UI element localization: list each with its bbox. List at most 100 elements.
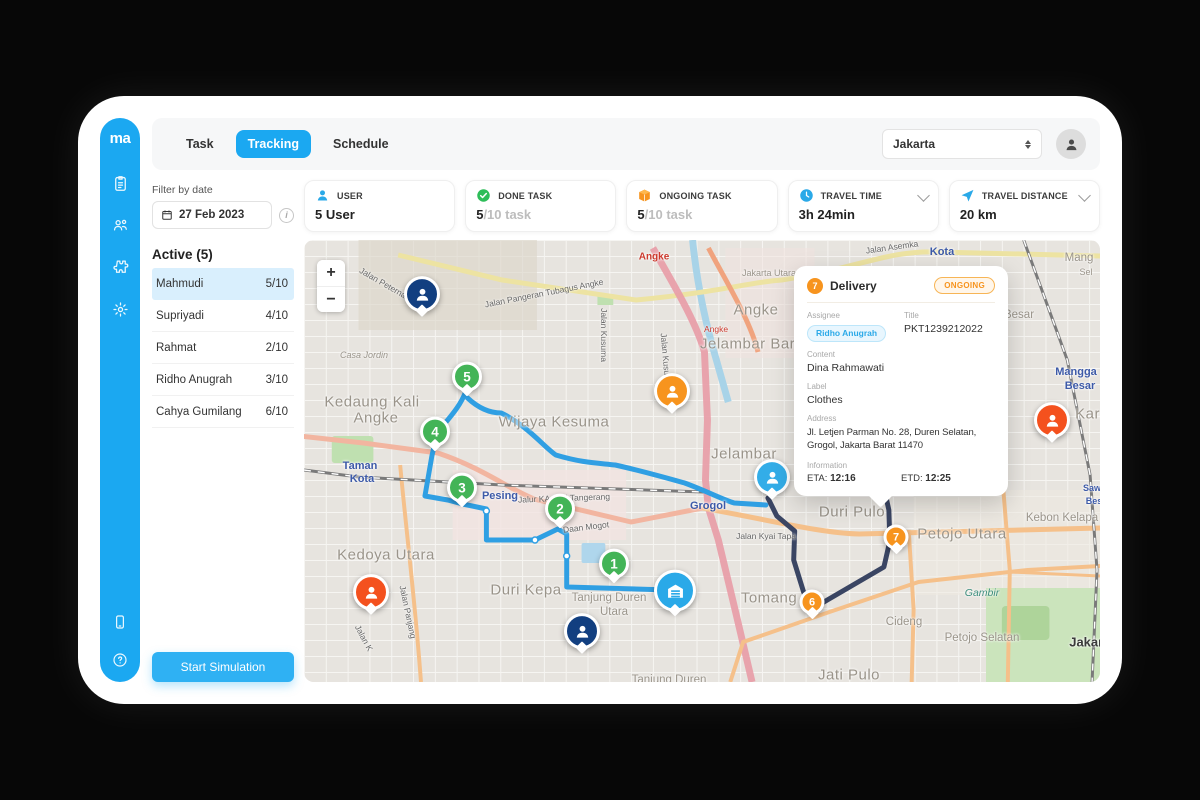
courier-progress: 6/10 [266, 406, 288, 418]
active-courier-row[interactable]: Mahmudi5/10 [152, 268, 294, 300]
date-value: 27 Feb 2023 [179, 209, 244, 221]
map-label: Tomang [741, 590, 797, 607]
map-label: Kedaung Kali [324, 394, 419, 411]
active-courier-row[interactable]: Supriyadi4/10 [152, 300, 294, 332]
assignee-chip[interactable]: Ridho Anugrah [807, 325, 886, 342]
map-label: Pesing [482, 490, 518, 502]
package-id: PKT1239212022 [904, 323, 995, 335]
map-label: Kota [930, 246, 954, 258]
sidebar-nav [110, 173, 130, 319]
stop-marker-6[interactable]: 6 [800, 590, 825, 615]
courier-name: Rahmat [156, 342, 196, 354]
info-icon[interactable]: i [279, 208, 294, 223]
user-avatar[interactable] [1056, 129, 1086, 159]
stop-marker-4[interactable]: 4 [420, 417, 450, 447]
content-value: Dina Rahmawati [807, 362, 995, 374]
map-label: Jakarta [1069, 635, 1100, 650]
courier-name: Cahya Gumilang [156, 406, 242, 418]
stat-card-travel-distance: TRAVEL DISTANCE 20 km [949, 180, 1100, 232]
active-courier-row[interactable]: Ridho Anugrah3/10 [152, 364, 294, 396]
courier-pin-orange[interactable] [654, 373, 690, 409]
stop-marker-5[interactable]: 5 [452, 362, 482, 392]
address-value: Jl. Letjen Parman No. 28, Duren Selatan,… [807, 426, 995, 454]
date-filter-row: 27 Feb 2023 i [152, 201, 294, 229]
calendar-icon [161, 209, 173, 221]
stop-marker-7[interactable]: 7 [884, 525, 909, 550]
user-icon [315, 188, 330, 203]
courier-pin-navy-2[interactable] [564, 613, 600, 649]
map-canvas[interactable]: AngkeJakarta UtaraAngkeAngkeJelambar Bar… [304, 240, 1100, 682]
start-simulation-button[interactable]: Start Simulation [152, 652, 294, 682]
depot-marker[interactable] [654, 570, 696, 612]
stop-marker-3[interactable]: 3 [447, 473, 477, 503]
content: Filter by date 27 Feb 2023 i Active (5) … [152, 180, 1100, 682]
mobile-icon[interactable] [110, 612, 130, 632]
topbar-right: Jakarta [882, 129, 1086, 159]
map-label: Jalan Kyai Tapa [736, 531, 796, 541]
map-label: Kota [350, 473, 374, 485]
zoom-out-button[interactable]: − [317, 286, 345, 312]
map-label: Angke [733, 302, 778, 319]
map-label: Cideng [886, 616, 922, 628]
courier-pin-ridho[interactable] [754, 459, 790, 495]
map-label: Jelambar Baru [700, 336, 804, 353]
title-label: Title [904, 311, 995, 320]
region-select[interactable]: Jakarta [882, 129, 1042, 159]
gear-icon[interactable] [110, 299, 130, 319]
stat-label: USER [337, 191, 363, 201]
stop-marker-1[interactable]: 1 [599, 549, 629, 579]
courier-pin-red-right[interactable] [1034, 402, 1070, 438]
team-icon[interactable] [110, 215, 130, 235]
map-label: Besar [1004, 309, 1034, 321]
stat-label: TRAVEL DISTANCE [982, 191, 1068, 201]
help-icon[interactable] [110, 650, 130, 670]
puzzle-icon[interactable] [110, 257, 130, 277]
active-courier-row[interactable]: Cahya Gumilang 6/10 [152, 396, 294, 428]
map-label: Angke [639, 252, 670, 263]
tab-schedule[interactable]: Schedule [321, 130, 401, 158]
package-icon [637, 188, 652, 203]
popup-row-assignee-title: Assignee Ridho Anugrah Title PKT12392120… [807, 303, 995, 342]
map-label: Kedoya Utara [337, 547, 435, 564]
map-label: Wijaya Kesuma [499, 414, 610, 431]
stat-value: 5/10 task [476, 207, 605, 222]
active-courier-row[interactable]: Rahmat2/10 [152, 332, 294, 364]
sidebar: ma [100, 118, 140, 682]
map-label: Mangga [1055, 366, 1097, 378]
stat-value: 5/10 task [637, 207, 766, 222]
map-label: Tanjung Duren [572, 592, 647, 604]
information-label: Information [807, 461, 995, 470]
content-label: Content [807, 350, 995, 359]
region-select-value: Jakarta [893, 137, 935, 151]
orders-icon[interactable] [110, 173, 130, 193]
select-arrows-icon [1025, 137, 1031, 152]
stat-label: TRAVEL TIME [821, 191, 882, 201]
left-panel: Filter by date 27 Feb 2023 i Active (5) … [152, 180, 294, 682]
eta-etd-row: ETA: 12:16 ETD: 12:25 [807, 473, 995, 484]
stat-value: 3h 24min [799, 207, 928, 222]
tab-task[interactable]: Task [174, 130, 226, 158]
app-logo: ma [110, 130, 131, 147]
map-label: Kara [1075, 406, 1100, 423]
etd-value: 12:25 [925, 473, 951, 484]
tab-tracking[interactable]: Tracking [236, 130, 311, 158]
popup-title: Delivery [830, 279, 877, 293]
map-label: Grogol [690, 500, 726, 512]
date-input[interactable]: 27 Feb 2023 [152, 201, 272, 229]
tab-bar: Task Tracking Schedule [174, 130, 401, 158]
map-label: Sel [1079, 267, 1092, 277]
stat-card-user: USER 5 User [304, 180, 455, 232]
courier-pin-red-left[interactable] [353, 574, 389, 610]
right-column: USER 5 User DONE TASK 5/10 task ONGOING … [304, 180, 1100, 682]
check-circle-icon [476, 188, 491, 203]
main-area: Task Tracking Schedule Jakarta [152, 118, 1100, 682]
zoom-in-button[interactable]: + [317, 260, 345, 286]
courier-pin-mahmudi[interactable] [404, 276, 440, 312]
map-label: Duri Pulo [819, 504, 885, 521]
map-label: Jati Pulo [818, 667, 880, 683]
stop-marker-2[interactable]: 2 [545, 494, 575, 524]
courier-name: Ridho Anugrah [156, 374, 232, 386]
courier-progress: 5/10 [266, 278, 288, 290]
delivery-popup: 7 Delivery ONGOING Assignee Ridho Anugra… [794, 266, 1008, 496]
address-label: Address [807, 414, 995, 423]
